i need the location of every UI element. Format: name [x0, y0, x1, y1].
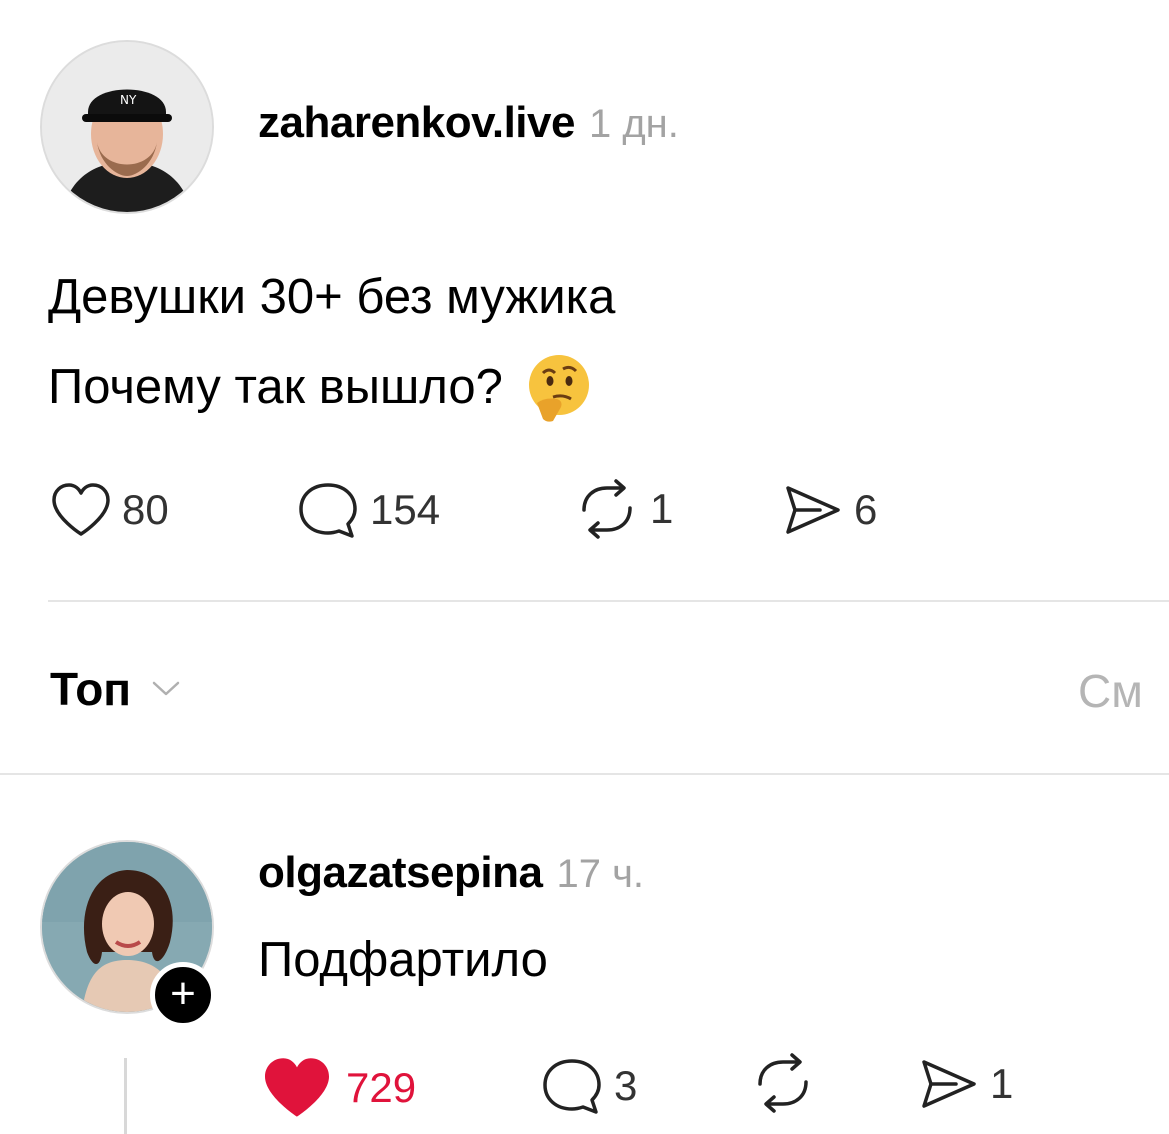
reply-text: Подфартило [258, 933, 548, 987]
sort-dropdown[interactable]: Топ [50, 662, 181, 716]
post-like-button[interactable]: 80 [50, 482, 169, 538]
thread-line [124, 1058, 127, 1134]
reply-comment-button[interactable]: 3 [540, 1056, 637, 1116]
sort-label: Топ [50, 663, 132, 715]
reply-header: olgazatsepina 17 ч. [258, 848, 644, 898]
share-icon [922, 1060, 976, 1108]
post-repost-count: 1 [650, 485, 674, 532]
reply-like-button[interactable]: 729 [258, 1056, 416, 1120]
comment-icon [543, 1059, 601, 1114]
repost-icon [758, 1053, 808, 1113]
author-avatar[interactable]: NY [40, 40, 214, 214]
post-like-count: 80 [122, 486, 169, 533]
reply-author-name[interactable]: olgazatsepina [258, 848, 543, 898]
reply-repost-button[interactable] [750, 1050, 816, 1116]
post-share-button[interactable]: 6 [782, 482, 877, 538]
post-divider [48, 600, 1169, 602]
share-icon [786, 486, 840, 534]
post-comment-button[interactable]: 154 [296, 480, 440, 540]
thinking-emoji-icon [523, 351, 595, 423]
reply-comment-count: 3 [614, 1062, 638, 1109]
see-more-link[interactable]: См [1078, 664, 1143, 718]
repost-icon [582, 479, 632, 539]
post-text-line-1: Девушки 30+ без мужика [48, 270, 616, 324]
plus-icon: + [170, 969, 196, 1018]
follow-plus-button[interactable]: + [150, 962, 216, 1028]
post-body: Девушки 30+ без мужика Почему так вышло? [48, 252, 615, 432]
heart-icon [265, 1058, 329, 1117]
reply-share-button[interactable]: 1 [918, 1056, 1013, 1112]
comment-icon [299, 483, 357, 538]
post-author-name[interactable]: zaharenkov.live [258, 98, 575, 148]
post-timestamp: 1 дн. [588, 102, 679, 146]
post-share-count: 6 [854, 486, 878, 533]
reply-timestamp: 17 ч. [556, 852, 645, 896]
post-repost-button[interactable]: 1 [574, 476, 673, 542]
reply-like-count: 729 [346, 1064, 417, 1111]
post-text-line-2: Почему так вышло? [48, 342, 615, 432]
post-comment-count: 154 [370, 486, 441, 533]
reply-share-count: 1 [990, 1060, 1014, 1107]
author-avatar-image: NY [42, 42, 212, 212]
svg-text:NY: NY [120, 93, 137, 107]
post-text-line-2-text: Почему так вышло? [48, 360, 503, 414]
post-header: zaharenkov.live 1 дн. [258, 98, 679, 148]
chevron-down-icon [152, 681, 180, 696]
heart-icon [52, 483, 110, 536]
sort-divider [0, 773, 1169, 775]
